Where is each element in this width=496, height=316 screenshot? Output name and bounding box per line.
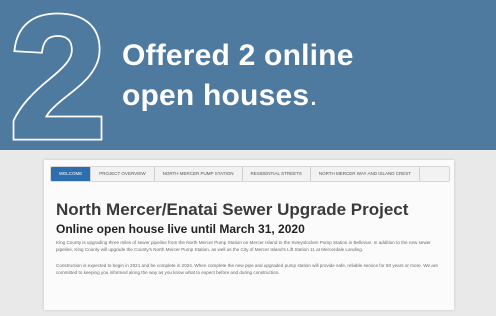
project-title: North Mercer/Enatai Sewer Upgrade Projec… [56,200,409,219]
tab-north-mercer-pump-station[interactable]: North Mercer Pump Station [155,167,243,181]
number-two-graphic: 2 2 [7,0,110,150]
open-house-subtitle: Online open house live until March 31, 2… [56,222,305,236]
headline-line-2-text: open houses [122,79,310,112]
tab-welcome[interactable]: Welcome [51,167,92,181]
headline-line-2: open houses. [122,76,482,116]
headline-prefix: Offered [122,39,239,72]
headline-emphasis: 2 online [238,39,354,72]
headline-line-1: Offered 2 online [122,36,482,76]
website-screenshot: Welcome Project overview North Mercer Pu… [44,160,454,310]
construction-paragraph: Construction is expected to begin in 202… [56,263,438,275]
tab-bar: Welcome Project overview North Mercer Pu… [50,166,450,182]
tab-project-overview[interactable]: Project overview [91,167,155,181]
headline: Offered 2 online open houses. [122,36,482,116]
headline-period: . [309,79,318,112]
tab-north-mercer-way[interactable]: North Mercer Way and Island Crest [311,167,420,181]
intro-paragraph: King County is upgrading three miles of … [56,240,431,252]
tab-residential-streets[interactable]: Residential streets [243,167,311,181]
big-number-inner-outline: 2 [9,0,107,150]
